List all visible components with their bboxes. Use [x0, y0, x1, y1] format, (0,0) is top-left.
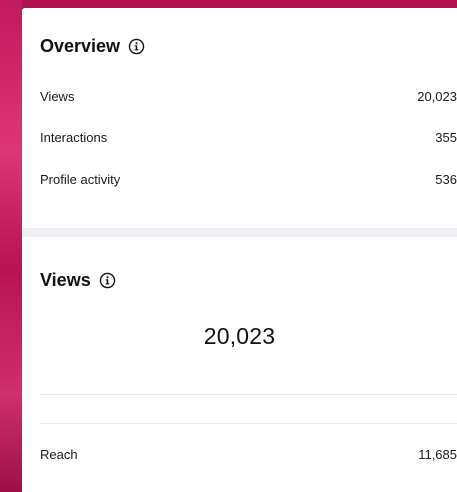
overview-title: Overview [40, 36, 121, 56]
info-icon[interactable] [128, 38, 145, 55]
info-icon[interactable] [99, 272, 116, 289]
overview-card: Overview Views 20,023 Interactions 355 P… [22, 8, 457, 228]
background-blur [0, 0, 22, 492]
row-label: Reach [40, 447, 78, 462]
row-label: Views [40, 89, 75, 104]
overview-heading: Overview [40, 36, 145, 57]
views-card: Views 20,023 Reach 11,685 [22, 237, 457, 492]
overview-row-views[interactable]: Views 20,023 [40, 89, 457, 104]
overview-row-interactions[interactable]: Interactions 355 [40, 130, 457, 145]
row-value: 355 [435, 130, 457, 145]
row-value: 536 [435, 172, 457, 187]
views-total: 20,023 [203, 323, 276, 349]
row-label: Interactions [40, 130, 108, 145]
views-row-reach[interactable]: Reach 11,685 [40, 447, 457, 462]
views-title: Views [40, 270, 91, 290]
row-value: 20,023 [417, 89, 457, 104]
row-label: Profile activity [40, 172, 121, 187]
section-separator [22, 228, 457, 237]
overview-row-profile-activity[interactable]: Profile activity 536 [40, 172, 457, 187]
views-heading: Views [40, 270, 116, 291]
divider [40, 394, 457, 395]
divider [40, 423, 457, 424]
row-value: 11,685 [418, 447, 457, 462]
